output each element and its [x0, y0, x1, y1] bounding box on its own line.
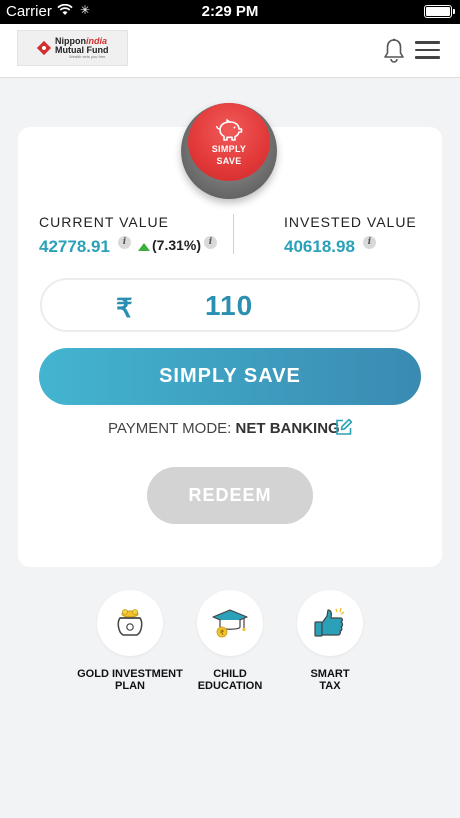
- rupee-icon: ₹: [116, 293, 133, 323]
- current-value: 42778.91: [39, 237, 110, 256]
- change-info-icon[interactable]: i: [204, 236, 217, 249]
- payment-mode: PAYMENT MODE: NET BANKING: [108, 420, 340, 437]
- amount-value[interactable]: 110: [205, 290, 253, 322]
- menu-icon[interactable]: [415, 41, 440, 59]
- logo-tagline: Wealth sets you free: [69, 54, 106, 59]
- redeem-button[interactable]: REDEEM: [147, 467, 313, 524]
- up-arrow-icon: [138, 243, 150, 251]
- edit-icon[interactable]: [335, 418, 353, 436]
- change-percent: (7.31%): [152, 237, 202, 253]
- graduation-cap-icon: ₹: [212, 609, 248, 638]
- simply-save-badge[interactable]: SIMPLY SAVE: [188, 103, 270, 181]
- payment-mode-value: NET BANKING: [235, 420, 340, 437]
- bell-icon[interactable]: [383, 38, 405, 64]
- smart-tax-label: SMART TAX: [310, 668, 350, 692]
- gold-pot-icon: [117, 609, 143, 636]
- current-value-info-icon[interactable]: i: [118, 236, 131, 249]
- logo-mark-icon: [37, 41, 51, 55]
- status-time: 2:29 PM: [201, 3, 259, 20]
- invested-value: 40618.98: [284, 237, 355, 256]
- simply-save-button[interactable]: SIMPLY SAVE: [39, 348, 421, 405]
- simply-save-badge-label: SIMPLY SAVE: [211, 144, 247, 166]
- app-header: Nipponindia Mutual Fund Wealth sets you …: [0, 24, 460, 78]
- piggy-bank-icon: [216, 119, 243, 142]
- nippon-india-logo[interactable]: Nipponindia Mutual Fund Wealth sets you …: [17, 30, 128, 66]
- battery-icon: [424, 5, 455, 18]
- thumbs-up-icon: [314, 607, 345, 637]
- status-bar: Carrier ✳ 2:29 PM: [0, 0, 460, 24]
- child-education-button[interactable]: ₹: [197, 590, 263, 656]
- svg-text:₹: ₹: [220, 629, 225, 637]
- invested-value-label: INVESTED VALUE: [284, 214, 417, 230]
- invested-value-info-icon[interactable]: i: [363, 236, 376, 249]
- gold-investment-plan-button[interactable]: [97, 590, 163, 656]
- smart-tax-button[interactable]: [297, 590, 363, 656]
- current-value-label: CURRENT VALUE: [39, 214, 169, 230]
- values-divider: [233, 214, 234, 254]
- payment-mode-label: PAYMENT MODE:: [108, 420, 232, 437]
